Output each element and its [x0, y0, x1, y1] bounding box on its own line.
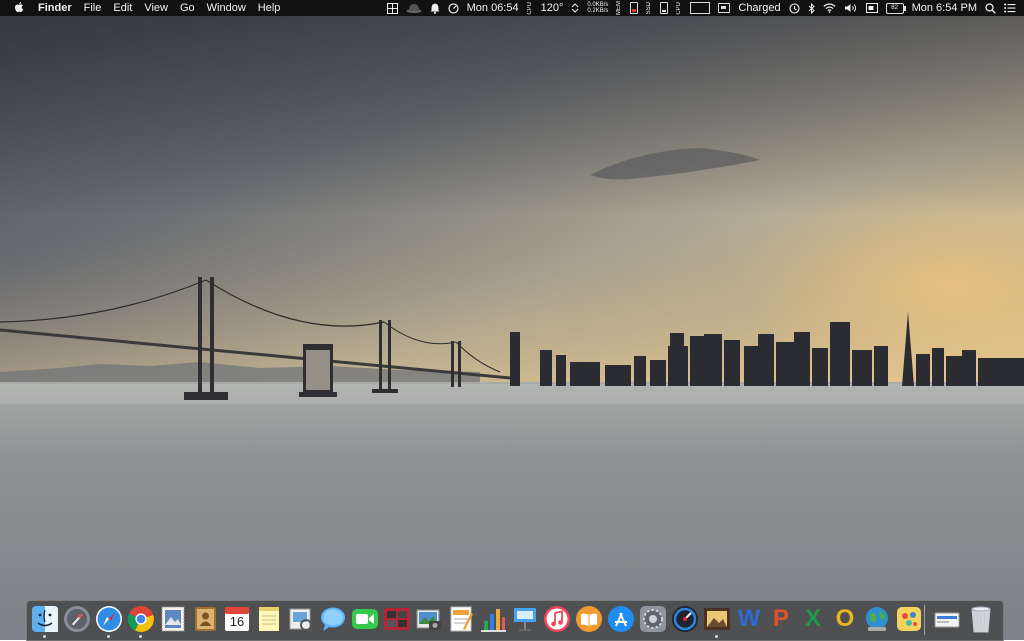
spotlight-search-icon[interactable] [981, 0, 1000, 16]
bluetooth-icon[interactable] [804, 0, 819, 16]
network-globe-icon[interactable] [863, 605, 891, 633]
ssd-label: SSD [646, 1, 653, 15]
menu-help[interactable]: Help [252, 0, 287, 16]
facetime-icon[interactable] [351, 605, 379, 633]
battery-status[interactable]: Charged [734, 0, 784, 16]
wifi-icon[interactable] [819, 0, 840, 16]
photo-booth-icon[interactable] [383, 605, 411, 633]
desktop-wallpaper [0, 0, 1024, 640]
menu-file[interactable]: File [78, 0, 108, 16]
powerpoint-letter: P [772, 605, 789, 632]
outlook-icon[interactable]: O [831, 605, 859, 633]
downloads-stack-icon[interactable] [933, 605, 961, 633]
chrome-running-indicator [139, 635, 142, 638]
safari-icon[interactable] [95, 605, 123, 633]
dock: 16 W P X O [26, 600, 1004, 641]
chrome-icon[interactable] [127, 605, 155, 633]
network-speed[interactable]: 0.0KB/s 0.2KB/s [583, 0, 612, 16]
calendar-icon[interactable]: 16 [223, 605, 251, 633]
contacts-icon[interactable] [191, 605, 219, 633]
dashboard-icon[interactable] [671, 605, 699, 633]
apple-menu-icon[interactable] [8, 1, 30, 16]
itunes-icon[interactable] [543, 605, 571, 633]
mail-stamp-icon[interactable] [159, 605, 187, 633]
menu-view[interactable]: View [138, 0, 174, 16]
menu-edit[interactable]: Edit [107, 0, 138, 16]
finder-icon[interactable] [31, 605, 59, 633]
menu-go[interactable]: Go [174, 0, 201, 16]
menu-window[interactable]: Window [201, 0, 252, 16]
cpu-meter-icon[interactable] [686, 0, 714, 16]
powerpoint-icon[interactable]: P [767, 605, 795, 633]
calendar-date: 16 [229, 614, 245, 629]
cpu2-label: CPU [676, 1, 683, 15]
mem-label: MEM [616, 1, 623, 15]
timer-icon[interactable] [444, 0, 463, 16]
image-capture-icon[interactable] [415, 605, 443, 633]
hat-icon[interactable] [402, 0, 426, 16]
preview-icon[interactable] [287, 605, 315, 633]
temperature-readout[interactable]: 120° [537, 0, 568, 16]
notification-center-icon[interactable] [1000, 0, 1024, 16]
photos-running-indicator [715, 635, 718, 638]
notification-bell-icon[interactable] [426, 0, 444, 16]
battery-charged-icon [714, 0, 734, 16]
launchpad-icon[interactable] [63, 605, 91, 633]
numbers-icon[interactable] [479, 605, 507, 633]
display-icon[interactable] [862, 0, 882, 16]
safari-running-indicator [107, 635, 110, 638]
menu-bar: Finder File Edit View Go Window Help Mon… [0, 0, 1024, 16]
outlook-letter: O [835, 605, 855, 632]
memory-gauge-icon[interactable] [626, 0, 642, 16]
net-down: 0.2KB/s [587, 8, 609, 14]
excel-icon[interactable]: X [799, 605, 827, 633]
word-letter: W [737, 605, 761, 632]
app-menu-finder[interactable]: Finder [30, 0, 78, 16]
system-preferences-icon[interactable] [639, 605, 667, 633]
finder-running-indicator [43, 635, 46, 638]
notes-icon[interactable] [255, 605, 283, 633]
disk-gauge-icon[interactable] [656, 0, 672, 16]
messages-icon[interactable] [319, 605, 347, 633]
time-machine-icon[interactable] [785, 0, 804, 16]
word-icon[interactable]: W [735, 605, 763, 633]
keynote-icon[interactable] [511, 605, 539, 633]
trash-icon[interactable] [967, 605, 995, 633]
photos-icon[interactable] [703, 605, 731, 633]
games-icon[interactable] [895, 605, 923, 633]
dock-separator [924, 605, 925, 635]
cpu-label: CPU [526, 1, 533, 15]
clock-short[interactable]: Mon 06:54 [463, 0, 523, 16]
pages-icon[interactable] [447, 605, 475, 633]
grid-icon[interactable] [383, 0, 402, 16]
datetime[interactable]: Mon 6:54 PM [908, 0, 981, 16]
app-store-icon[interactable] [607, 605, 635, 633]
excel-letter: X [804, 605, 821, 632]
volume-icon[interactable] [840, 0, 862, 16]
battery-icon[interactable]: 82 [882, 0, 908, 16]
ibooks-icon[interactable] [575, 605, 603, 633]
network-arrows-icon [567, 0, 583, 16]
